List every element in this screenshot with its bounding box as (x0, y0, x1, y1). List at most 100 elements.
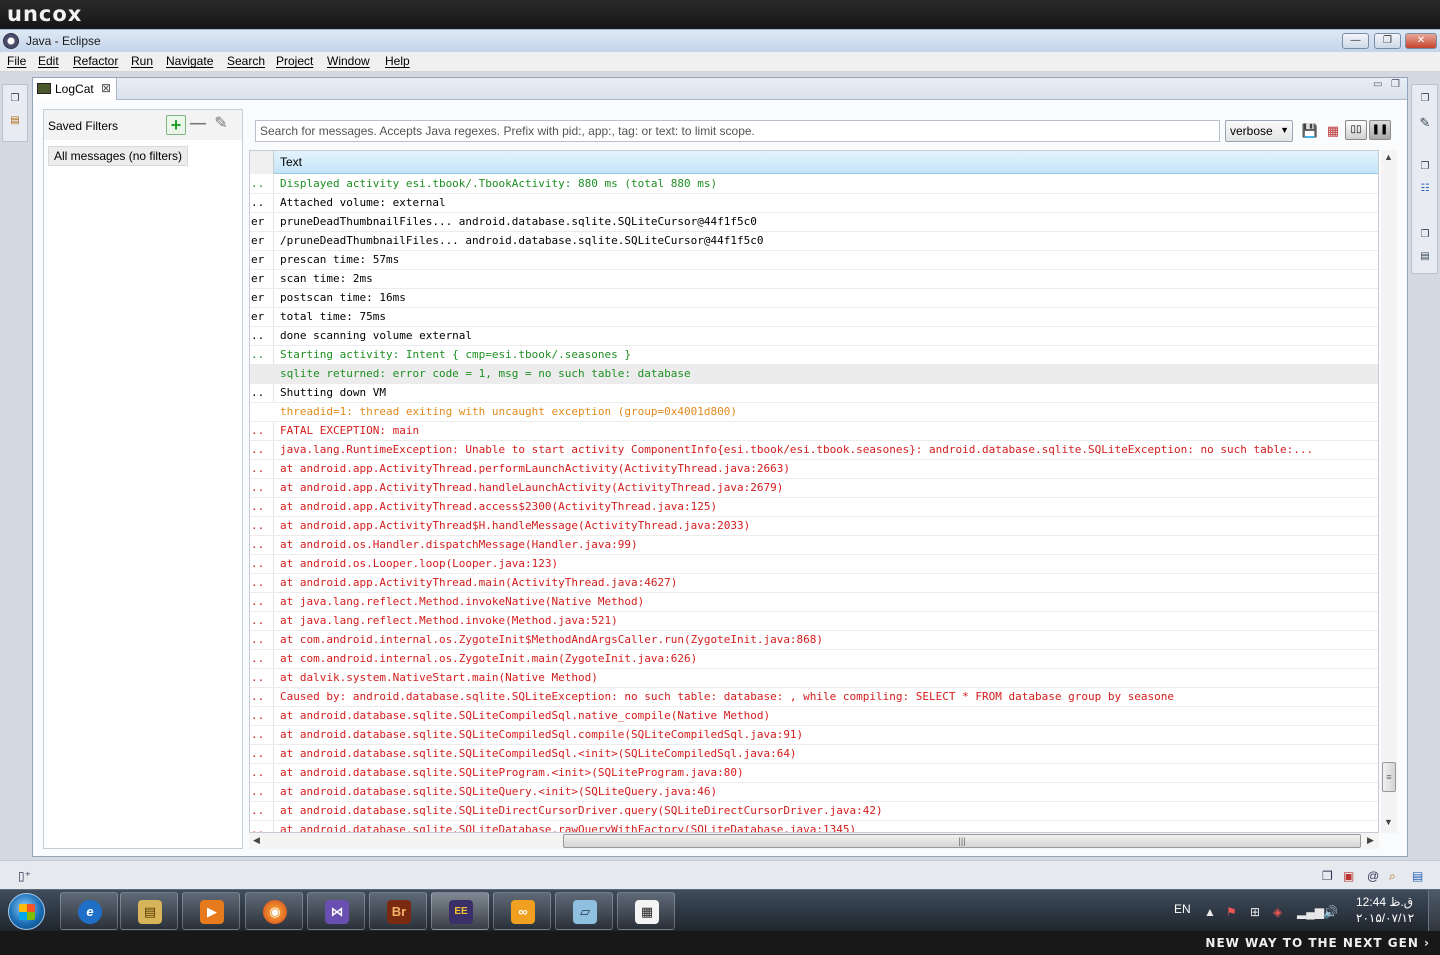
table-row[interactable]: .. at java.lang.reflect.Method.invoke(Met… (250, 612, 1378, 631)
filter-item-all-messages[interactable]: All messages (no filters) (48, 146, 189, 166)
table-row[interactable]: .. at android.os.Handler.dispatchMessage(… (250, 536, 1378, 555)
taskbar-app-visual-studio[interactable]: ⋈ (307, 892, 365, 930)
search-input[interactable] (255, 120, 1220, 142)
table-row[interactable]: .. at com.android.internal.os.ZygoteInit$… (250, 631, 1378, 650)
table-row[interactable]: .. Starting activity: Intent { cmp=esi.tb… (250, 346, 1378, 365)
show-desktop-button[interactable] (1428, 890, 1440, 931)
table-row[interactable]: .. at android.app.ActivityThread.access$2… (250, 498, 1378, 517)
scroll-down-icon[interactable]: ▼ (1384, 817, 1393, 827)
vertical-scrollbar[interactable]: ▲ ≡ ▼ (1381, 150, 1397, 833)
table-row[interactable]: .. at dalvik.system.NativeStart.main(Nati… (250, 669, 1378, 688)
table-row[interactable]: .. at android.os.Looper.loop(Looper.java:… (250, 555, 1378, 574)
add-filter-button[interactable]: + (166, 115, 186, 135)
menu-edit[interactable]: Edit (38, 54, 59, 68)
taskbar-app-internet-explorer[interactable]: e (60, 892, 118, 930)
language-indicator[interactable]: EN (1174, 902, 1191, 916)
taskbar-app-ring[interactable]: ∞ (493, 892, 551, 930)
menu-run[interactable]: Run (131, 54, 153, 68)
task-list-icon[interactable]: ✎ (1419, 116, 1431, 129)
vertical-scroll-thumb[interactable]: ≡ (1382, 762, 1396, 792)
fast-view-icon[interactable]: ▯⁺ (18, 869, 31, 883)
maximize-view-icon[interactable]: ❐ (1391, 79, 1400, 90)
taskbar-app-adobe-bridge[interactable]: Br (369, 892, 427, 930)
close-button[interactable]: ✕ (1405, 33, 1437, 49)
signal-icon[interactable]: ▂▄▆ (1297, 905, 1324, 919)
console-icon[interactable]: ▤ (1412, 869, 1423, 883)
table-row[interactable]: .. at android.database.sqlite.SQLiteProgr… (250, 764, 1378, 783)
taskbar-app-document[interactable]: ▦ (617, 892, 675, 930)
start-button[interactable] (8, 893, 45, 930)
sdk-manager-icon[interactable]: ▣ (1343, 869, 1354, 883)
restore-icon[interactable]: ❐ (1419, 229, 1431, 241)
scroll-up-icon[interactable]: ▲ (1384, 152, 1393, 162)
remove-filter-button[interactable]: — (188, 115, 208, 135)
minimize-button[interactable]: — (1342, 33, 1369, 49)
minimize-view-icon[interactable]: ▭ (1373, 79, 1382, 90)
pause-button[interactable]: ❚❚ (1369, 120, 1391, 140)
restore-button[interactable]: ❐ (1374, 33, 1401, 49)
column-level-header[interactable] (250, 151, 274, 174)
table-row[interactable]: er prescan time: 57ms (250, 251, 1378, 270)
table-row[interactable]: .. Shutting down VM (250, 384, 1378, 403)
taskbar-app-file-explorer[interactable]: ▤ (120, 892, 178, 930)
outline-icon[interactable]: ☷ (1419, 183, 1431, 195)
column-text-header[interactable]: Text (280, 155, 302, 169)
taskbar-app-firefox[interactable]: ◉ (245, 892, 303, 930)
action-center-icon[interactable]: ⊞ (1250, 905, 1260, 919)
table-row[interactable]: .. Attached volume: external (250, 194, 1378, 213)
horizontal-scroll-thumb[interactable]: ||| (563, 834, 1361, 848)
menu-file[interactable]: File (7, 54, 26, 68)
table-row[interactable]: threadid=1: thread exiting with uncaught… (250, 403, 1378, 422)
tab-logcat[interactable]: LogCat ⊠ (33, 78, 117, 100)
table-row[interactable]: .. at android.database.sqlite.SQLiteDirec… (250, 802, 1378, 821)
at-icon[interactable]: @ (1367, 869, 1379, 883)
menu-search[interactable]: Search (227, 54, 265, 68)
taskbar-app-media-player[interactable]: ▶ (182, 892, 240, 930)
table-row[interactable]: .. at android.app.ActivityThread.main(Act… (250, 574, 1378, 593)
package-explorer-icon[interactable]: ▤ (9, 115, 21, 127)
table-row[interactable]: .. Caused by: android.database.sqlite.SQL… (250, 688, 1378, 707)
table-row[interactable]: .. at android.app.ActivityThread.performL… (250, 460, 1378, 479)
table-row[interactable]: .. at android.database.sqlite.SQLiteCompi… (250, 726, 1378, 745)
antivirus-icon[interactable]: ◈ (1273, 905, 1282, 919)
volume-icon[interactable]: 🔊 (1323, 905, 1338, 919)
table-row[interactable]: .. java.lang.RuntimeException: Unable to … (250, 441, 1378, 460)
edit-filter-button[interactable]: ✎ (211, 115, 231, 135)
table-row[interactable]: er postscan time: 16ms (250, 289, 1378, 308)
console-icon[interactable]: ▤ (1419, 251, 1431, 263)
table-row[interactable]: er pruneDeadThumbnailFiles... android.dat… (250, 213, 1378, 232)
save-icon[interactable]: 💾 (1300, 121, 1320, 141)
show-hidden-icons-icon[interactable]: ▲ (1204, 905, 1216, 919)
close-icon[interactable]: ⊠ (101, 81, 111, 95)
table-row[interactable]: .. done scanning volume external (250, 327, 1378, 346)
menu-navigate[interactable]: Navigate (166, 54, 213, 68)
clock-time[interactable]: ق.ظ 12:44 (1356, 895, 1413, 909)
table-row[interactable]: .. at android.database.sqlite.SQLiteCompi… (250, 707, 1378, 726)
restore-icon[interactable]: ❐ (9, 93, 21, 105)
log-level-select[interactable]: verbose ▼ (1225, 120, 1293, 142)
taskbar-app-java-ee-ide[interactable]: EE (431, 892, 489, 930)
table-row[interactable]: er/pruneDeadThumbnailFiles... android.da… (250, 232, 1378, 251)
scroll-left-icon[interactable]: ◀ (253, 835, 260, 846)
search-icon[interactable]: ⌕ (1389, 869, 1396, 884)
table-row[interactable]: .. FATAL EXCEPTION: main (250, 422, 1378, 441)
table-row[interactable]: .. at android.database.sqlite.SQLiteDatab… (250, 821, 1378, 832)
network-error-icon[interactable]: ⚑ (1226, 905, 1237, 919)
menu-help[interactable]: Help (385, 54, 410, 68)
table-row[interactable]: .. at android.database.sqlite.SQLiteCompi… (250, 745, 1378, 764)
table-row[interactable]: er total time: 75ms (250, 308, 1378, 327)
restore-icon[interactable]: ❐ (1419, 161, 1431, 173)
menu-window[interactable]: Window (327, 54, 370, 68)
horizontal-scrollbar[interactable]: ◀ ||| ▶ (249, 833, 1379, 849)
table-row[interactable]: .. at com.android.internal.os.ZygoteInit.… (250, 650, 1378, 669)
table-row[interactable]: .. at java.lang.reflect.Method.invokeNati… (250, 593, 1378, 612)
menu-project[interactable]: Project (276, 54, 313, 68)
table-row[interactable]: er scan time: 2ms (250, 270, 1378, 289)
table-row[interactable]: .. at android.app.ActivityThread.handleLa… (250, 479, 1378, 498)
taskbar-app-notepad[interactable]: ▱ (555, 892, 613, 930)
restore-icon[interactable]: ❐ (1322, 869, 1333, 883)
table-row[interactable]: .. at android.database.sqlite.SQLiteQuery… (250, 783, 1378, 802)
table-row[interactable]: sqlite returned: error code = 1, msg = n… (250, 365, 1378, 384)
table-row[interactable]: .. Displayed activity esi.tbook/.TbookAct… (250, 175, 1378, 194)
clear-log-icon[interactable]: ▦ (1323, 121, 1343, 141)
